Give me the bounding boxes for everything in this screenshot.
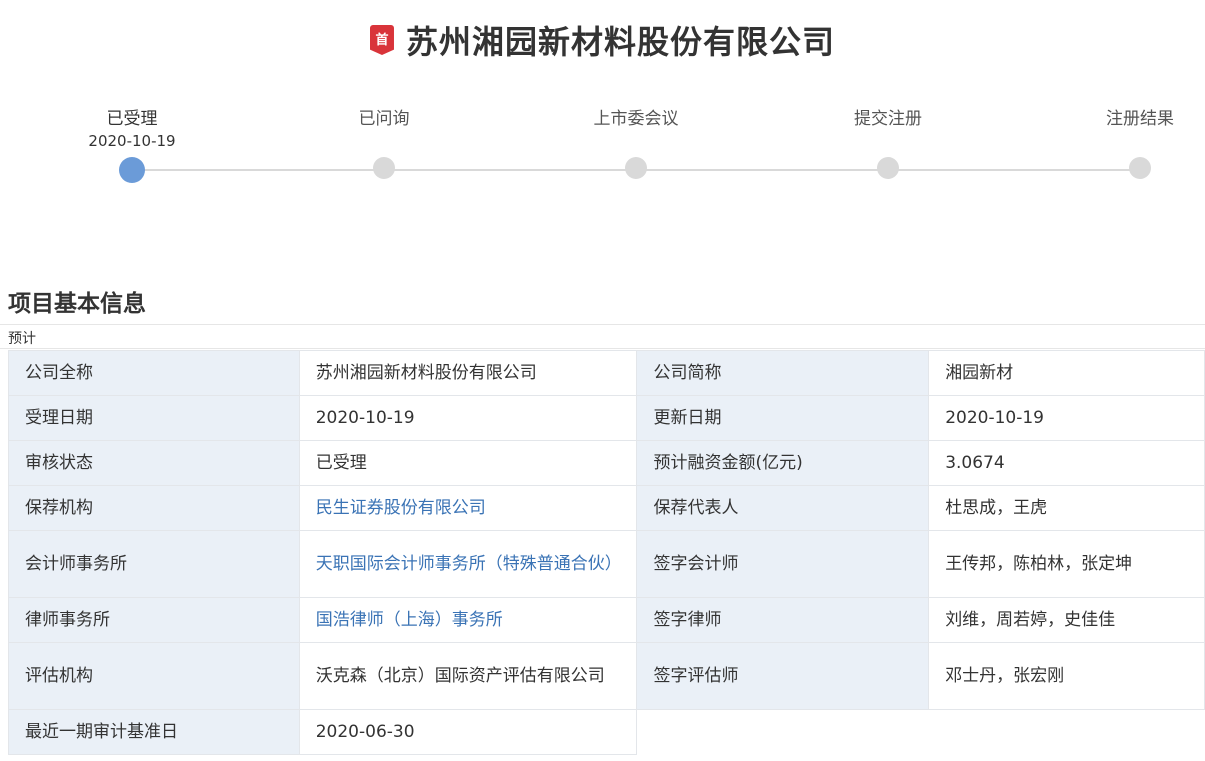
info-value: 已受理	[298, 440, 638, 486]
step-dot	[877, 157, 899, 179]
info-value: 3.0674	[928, 440, 1205, 486]
table-row: 会计师事务所 天职国际会计师事务所（特殊普通合伙） 签字会计师 王传邦，陈柏林，…	[8, 530, 1205, 598]
step-registration-result: 注册结果	[1070, 108, 1205, 179]
info-key: 受理日期	[8, 395, 300, 441]
info-key: 保荐代表人	[636, 485, 930, 531]
info-value: 沃克森（北京）国际资产评估有限公司	[298, 642, 638, 710]
divider	[0, 324, 1205, 325]
step-inquired: 已问询	[314, 108, 454, 179]
info-key: 评估机构	[8, 642, 300, 710]
info-key: 签字会计师	[636, 530, 930, 598]
info-key: 预计融资金额(亿元)	[636, 440, 930, 486]
info-value: 邓士丹，张宏刚	[928, 642, 1205, 710]
step-dot	[373, 157, 395, 179]
step-dot-active	[119, 157, 145, 183]
step-date	[314, 130, 454, 152]
table-row: 最近一期审计基准日 2020-06-30	[8, 709, 1205, 755]
divider	[0, 348, 1205, 349]
info-key: 签字律师	[636, 597, 930, 643]
info-value: 王传邦，陈柏林，张定坤	[928, 530, 1205, 598]
info-key: 最近一期审计基准日	[8, 709, 300, 755]
info-key: 律师事务所	[8, 597, 300, 643]
home-badge-icon: 首	[369, 25, 394, 55]
step-date	[818, 130, 958, 152]
step-date	[566, 130, 706, 152]
project-info-table: 公司全称 苏州湘园新材料股份有限公司 公司简称 湘园新材 受理日期 2020-1…	[8, 350, 1205, 755]
info-key: 签字评估师	[636, 642, 930, 710]
step-date: 2020-10-19	[88, 132, 176, 150]
step-label: 注册结果	[1106, 109, 1174, 129]
table-row: 受理日期 2020-10-19 更新日期 2020-10-19	[8, 395, 1205, 441]
step-dot	[625, 157, 647, 179]
page-header: 首 苏州湘园新材料股份有限公司	[0, 18, 1205, 62]
table-row: 公司全称 苏州湘园新材料股份有限公司 公司简称 湘园新材	[8, 350, 1205, 396]
info-value: 苏州湘园新材料股份有限公司	[298, 350, 638, 396]
step-label: 已问询	[358, 109, 410, 129]
section-note: 预计	[8, 331, 36, 347]
info-value: 2020-06-30	[298, 709, 638, 755]
section-title: 项目基本信息	[8, 291, 146, 317]
info-value: 湘园新材	[928, 350, 1205, 396]
step-committee-meeting: 上市委会议	[566, 108, 706, 179]
info-value: 杜思成，王虎	[928, 485, 1205, 531]
info-value: 2020-10-19	[928, 395, 1205, 441]
info-key: 审核状态	[8, 440, 300, 486]
step-date	[1070, 130, 1205, 152]
step-label: 已受理	[106, 109, 158, 129]
accounting-firm-link[interactable]: 天职国际会计师事务所（特殊普通合伙）	[298, 530, 638, 598]
info-key: 更新日期	[636, 395, 930, 441]
law-firm-link[interactable]: 国浩律师（上海）事务所	[298, 597, 638, 643]
info-key: 保荐机构	[8, 485, 300, 531]
step-label: 提交注册	[854, 109, 922, 129]
step-dot	[1129, 157, 1151, 179]
table-row: 评估机构 沃克森（北京）国际资产评估有限公司 签字评估师 邓士丹，张宏刚	[8, 642, 1205, 710]
info-key: 公司全称	[8, 350, 300, 396]
review-progress: 已受理 2020-10-19 已问询 上市委会议 提交注册 注册结果	[0, 100, 1205, 200]
sponsor-link[interactable]: 民生证券股份有限公司	[298, 485, 638, 531]
empty-cell	[636, 709, 1205, 755]
page-title: 苏州湘园新材料股份有限公司	[405, 23, 835, 61]
step-accepted: 已受理 2020-10-19	[62, 108, 202, 183]
table-row: 保荐机构 民生证券股份有限公司 保荐代表人 杜思成，王虎	[8, 485, 1205, 531]
info-value: 2020-10-19	[298, 395, 638, 441]
step-label: 上市委会议	[593, 109, 679, 129]
table-row: 审核状态 已受理 预计融资金额(亿元) 3.0674	[8, 440, 1205, 486]
info-value: 刘维，周若婷，史佳佳	[928, 597, 1205, 643]
table-row: 律师事务所 国浩律师（上海）事务所 签字律师 刘维，周若婷，史佳佳	[8, 597, 1205, 643]
info-key: 公司简称	[636, 350, 930, 396]
info-key: 会计师事务所	[8, 530, 300, 598]
step-submit-registration: 提交注册	[818, 108, 958, 179]
